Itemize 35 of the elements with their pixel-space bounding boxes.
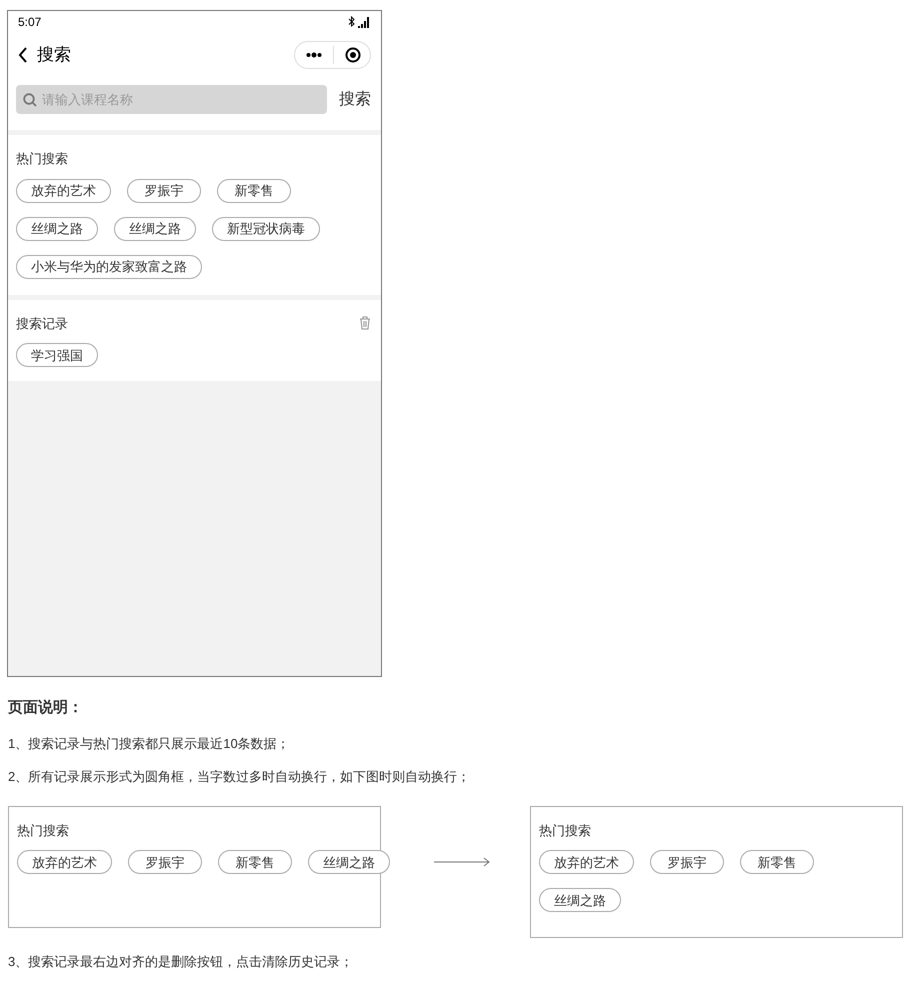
section-title: 热门搜索 [17, 822, 70, 840]
search-tag[interactable]: 罗振宇 [650, 850, 724, 874]
search-icon [23, 93, 37, 107]
search-tag[interactable]: 新型冠状病毒 [212, 216, 320, 240]
search-tag[interactable]: 新零售 [218, 850, 292, 874]
search-tag[interactable]: 新零售 [217, 178, 291, 202]
search-tag[interactable]: 罗振宇 [128, 850, 202, 874]
trash-icon[interactable] [359, 316, 371, 330]
search-tag[interactable]: 放弃的艺术 [539, 850, 634, 874]
search-field[interactable]: 请输入课程名称 [16, 85, 327, 114]
search-tag[interactable]: 丝绸之路 [539, 888, 621, 912]
more-icon[interactable] [306, 52, 322, 58]
arrow-icon [434, 856, 491, 866]
section-title: 热门搜索 [539, 822, 592, 840]
search-tag[interactable]: 小米与华为的发家致富之路 [16, 254, 202, 278]
bluetooth-signal-icon [347, 16, 371, 28]
note-text: 2、所有记录展示形式为圆角框，当字数过多时自动换行，如下图时则自动换行； [7, 768, 472, 786]
section-title: 热门搜索 [16, 150, 68, 168]
search-tag[interactable]: 丝绸之路 [16, 216, 98, 240]
search-tag[interactable]: 丝绸之路 [114, 216, 196, 240]
target-icon[interactable] [345, 47, 361, 63]
notes-heading: 页面说明： [7, 698, 84, 718]
search-button[interactable]: 搜索 [339, 88, 371, 112]
page-title: 搜索 [37, 44, 71, 66]
search-tag[interactable]: 放弃的艺术 [17, 850, 112, 874]
note-text: 1、搜索记录与热门搜索都只展示最近10条数据； [7, 734, 291, 752]
search-tag[interactable]: 新零售 [740, 850, 814, 874]
search-tag[interactable]: 放弃的艺术 [16, 178, 111, 202]
note-text: 3、搜索记录最右边对齐的是删除按钮，点击清除历史记录； [7, 952, 354, 970]
status-time: 5:07 [18, 14, 42, 31]
section-title: 搜索记录 [16, 314, 68, 332]
search-tag[interactable]: 学习强国 [16, 343, 98, 367]
back-icon[interactable] [18, 47, 28, 63]
search-tag[interactable]: 丝绸之路 [308, 850, 390, 874]
search-tag[interactable]: 罗振宇 [127, 178, 201, 202]
